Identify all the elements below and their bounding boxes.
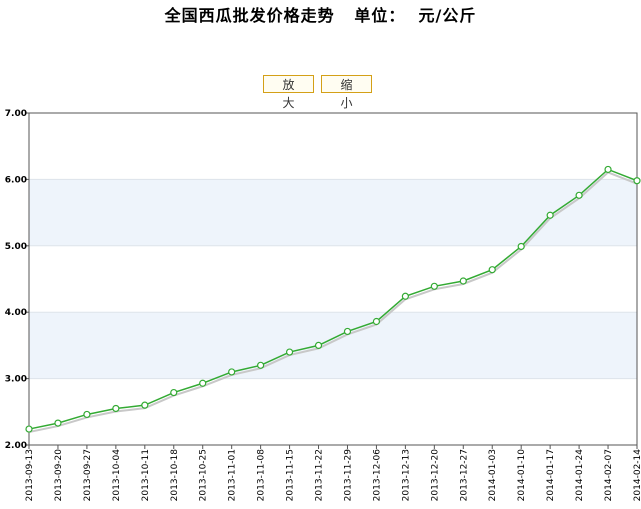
- y-tick-label: 3.00: [5, 375, 27, 385]
- data-point: [488, 266, 496, 274]
- x-tick-label: 2013-09-27: [83, 449, 93, 501]
- data-point: [285, 348, 294, 356]
- x-tick-label: 2013-10-11: [141, 449, 151, 501]
- x-tick-label: 2013-12-06: [372, 449, 382, 502]
- price-line-chart: 2.00 3.00 4.00 5.00 6.00 7.00 2013-09-13 2013-0…: [5, 109, 641, 502]
- x-tick-label: 2013-10-25: [199, 449, 209, 501]
- data-point: [546, 211, 554, 219]
- y-tick-label: 7.00: [5, 109, 27, 119]
- y-tick-label: 6.00: [5, 175, 27, 185]
- x-tick-label: 2013-09-13: [25, 449, 35, 501]
- x-tick-label: 2013-12-13: [401, 449, 411, 501]
- plot-border: [28, 112, 638, 446]
- data-point: [141, 401, 149, 409]
- x-tick-label: 2013-11-22: [315, 449, 325, 501]
- data-point: [199, 379, 207, 387]
- x-tick-label: 2013-11-15: [286, 449, 296, 501]
- x-tick-label: 2013-12-20: [430, 449, 440, 502]
- data-point: [604, 165, 612, 174]
- x-tick-label: 2013-09-20: [54, 449, 64, 502]
- data-point: [459, 277, 467, 285]
- grid-band: [29, 179, 637, 246]
- y-tick-label: 4.00: [5, 308, 27, 318]
- data-point: [25, 425, 33, 433]
- data-point: [83, 410, 91, 419]
- x-tick-label: 2014-01-24: [575, 449, 585, 502]
- y-tick-label: 5.00: [5, 242, 27, 252]
- x-tick-label: 2013-12-27: [459, 449, 469, 501]
- x-tick-label: 2013-11-08: [257, 449, 267, 502]
- grid-band: [29, 312, 637, 379]
- x-tick-label: 2014-02-07: [604, 449, 614, 501]
- x-tick-label: 2013-11-29: [343, 449, 353, 502]
- data-point: [430, 282, 438, 290]
- data-point: [170, 388, 178, 397]
- data-point: [343, 327, 352, 336]
- data-point: [372, 317, 381, 326]
- x-tick-label: 2014-01-17: [546, 449, 556, 501]
- data-point: [314, 341, 323, 349]
- data-point: [228, 368, 236, 376]
- data-point: [401, 292, 409, 300]
- data-point: [575, 191, 583, 199]
- x-tick-label: 2014-01-10: [517, 449, 527, 502]
- x-tick-label: 2013-10-04: [112, 449, 122, 502]
- data-point: [257, 361, 265, 369]
- data-point: [112, 404, 120, 413]
- y-tick-label: 2.00: [5, 441, 27, 451]
- data-point: [517, 242, 525, 251]
- data-point: [633, 177, 641, 185]
- x-tick-label: 2013-11-01: [228, 449, 238, 501]
- x-tick-label: 2014-02-14: [633, 449, 641, 502]
- x-tick-label: 2013-10-18: [170, 449, 180, 502]
- x-tick-label: 2014-01-03: [488, 449, 498, 501]
- data-point: [54, 419, 62, 427]
